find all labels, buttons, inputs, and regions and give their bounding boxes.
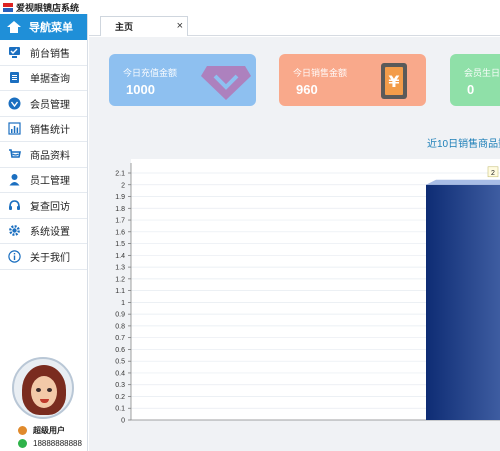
sidebar-item-settings[interactable]: 系统设置 [0, 219, 87, 244]
sidebar-item-label: 前台销售 [30, 48, 70, 60]
user-name-row: 超级用户 [18, 425, 65, 436]
document-icon [8, 71, 21, 84]
svg-text:¥: ¥ [388, 72, 399, 91]
sidebar-item-label: 会员管理 [30, 99, 70, 111]
y-tick-label: 0.1 [115, 406, 125, 413]
monitor-icon [8, 46, 21, 59]
y-tick-label: 1.7 [115, 218, 125, 225]
y-tick-label: 1.2 [115, 276, 125, 283]
sidebar-item-label: 商品资料 [30, 150, 70, 162]
sidebar-item-label: 关于我们 [30, 252, 70, 264]
gear-icon [8, 224, 21, 237]
cart-icon [8, 148, 21, 161]
card-sales[interactable]: 今日销售金额 960 ¥ [279, 54, 426, 106]
tab-bar: 主页 × [89, 14, 500, 36]
diamond-icon [201, 66, 251, 100]
card-value: 0 [467, 82, 475, 97]
y-tick-label: 0.2 [115, 394, 125, 401]
person-icon [8, 173, 21, 186]
y-tick-label: 2 [121, 182, 125, 189]
nav-header-label: 导航菜单 [29, 22, 73, 34]
sidebar-item-label: 销售统计 [30, 125, 70, 137]
headset-icon [8, 199, 21, 212]
sidebar-item-followup[interactable]: 复查回访 [0, 193, 87, 219]
phone-icon [18, 439, 27, 448]
tab-home[interactable]: 主页 × [100, 16, 188, 36]
y-tick-label: 1.9 [115, 194, 125, 201]
data-label: 2 [491, 170, 495, 177]
y-tick-label: 2.1 [115, 171, 125, 178]
sidebar-item-members[interactable]: 会员管理 [0, 91, 87, 117]
chart-svg: 0 0.1 0.2 0.3 0.4 0.5 0.6 0.7 0.8 0.9 1 1.1 1.2 1.3 1.… [115, 159, 500, 425]
diamond-icon [8, 97, 21, 110]
card-birthday[interactable]: 会员生日 0 [450, 54, 500, 106]
user-icon [18, 426, 27, 435]
card-recharge[interactable]: 今日充值金额 1000 [109, 54, 256, 106]
sidebar-item-staff[interactable]: 员工管理 [0, 168, 87, 193]
y-tick-label: 0.3 [115, 382, 125, 389]
sidebar-item-label: 员工管理 [30, 176, 70, 188]
y-tick-label: 1.3 [115, 265, 125, 272]
y-tick-label: 1.6 [115, 229, 125, 236]
sidebar-item-label: 复查回访 [30, 201, 70, 213]
y-tick-label: 1.8 [115, 206, 125, 213]
close-icon[interactable]: × [177, 20, 183, 32]
y-tick-label: 0.5 [115, 359, 125, 366]
window-titlebar: 爱视眼镜店系统 [0, 0, 500, 14]
user-phone: 18888888888 [33, 439, 82, 448]
info-icon [8, 250, 21, 263]
user-name: 超级用户 [33, 426, 65, 435]
y-tick-label: 0.6 [115, 347, 125, 354]
nav-header[interactable]: 导航菜单 [0, 14, 87, 40]
y-tick-label: 0.8 [115, 323, 125, 330]
y-tick-label: 1 [121, 300, 125, 307]
y-tick-label: 1.1 [115, 288, 125, 295]
yen-icon: ¥ [381, 63, 407, 99]
user-phone-row: 18888888888 [18, 439, 82, 448]
y-tick-label: 1.4 [115, 253, 125, 260]
sidebar-item-label: 单据查询 [30, 74, 70, 86]
bar-chart-icon [8, 122, 21, 135]
sidebar-item-products[interactable]: 商品资料 [0, 142, 87, 168]
sidebar-item-statistics[interactable]: 销售统计 [0, 117, 87, 142]
sidebar-item-documents[interactable]: 单据查询 [0, 66, 87, 91]
main-content: 今日充值金额 1000 今日销售金额 960 ¥ 会员生日 0 近10日销售商品… [89, 37, 500, 451]
y-tick-label: 0.4 [115, 370, 125, 377]
avatar[interactable] [12, 357, 74, 419]
sidebar-item-sales[interactable]: 前台销售 [0, 40, 87, 66]
sidebar-item-about[interactable]: 关于我们 [0, 244, 87, 270]
bar-top-face [426, 179, 500, 185]
card-value: 1000 [126, 82, 155, 97]
sidebar-item-label: 系统设置 [30, 227, 70, 239]
sales-chart: 近10日销售商品数 00.10.20.30.40.50.60.70.80.911… [89, 127, 500, 451]
card-value: 960 [296, 82, 318, 97]
sidebar: 导航菜单 前台销售 单据查询 会员管理 销售统计 商品资料 员工管理 复查回访 … [0, 14, 88, 451]
card-label: 会员生日 [464, 68, 500, 78]
card-label: 今日充值金额 [123, 68, 178, 78]
home-icon [7, 20, 21, 34]
y-tick-label: 0 [121, 418, 125, 425]
window-title: 爱视眼镜店系统 [16, 2, 80, 13]
tab-label: 主页 [115, 22, 134, 32]
app-logo-icon [3, 2, 13, 12]
y-tick-label: 0.9 [115, 312, 125, 319]
y-tick-label: 1.5 [115, 241, 125, 248]
card-label: 今日销售金额 [293, 68, 348, 78]
user-profile: 超级用户 18888888888 [0, 351, 88, 451]
bar [426, 184, 500, 420]
y-tick-label: 0.7 [115, 335, 125, 342]
